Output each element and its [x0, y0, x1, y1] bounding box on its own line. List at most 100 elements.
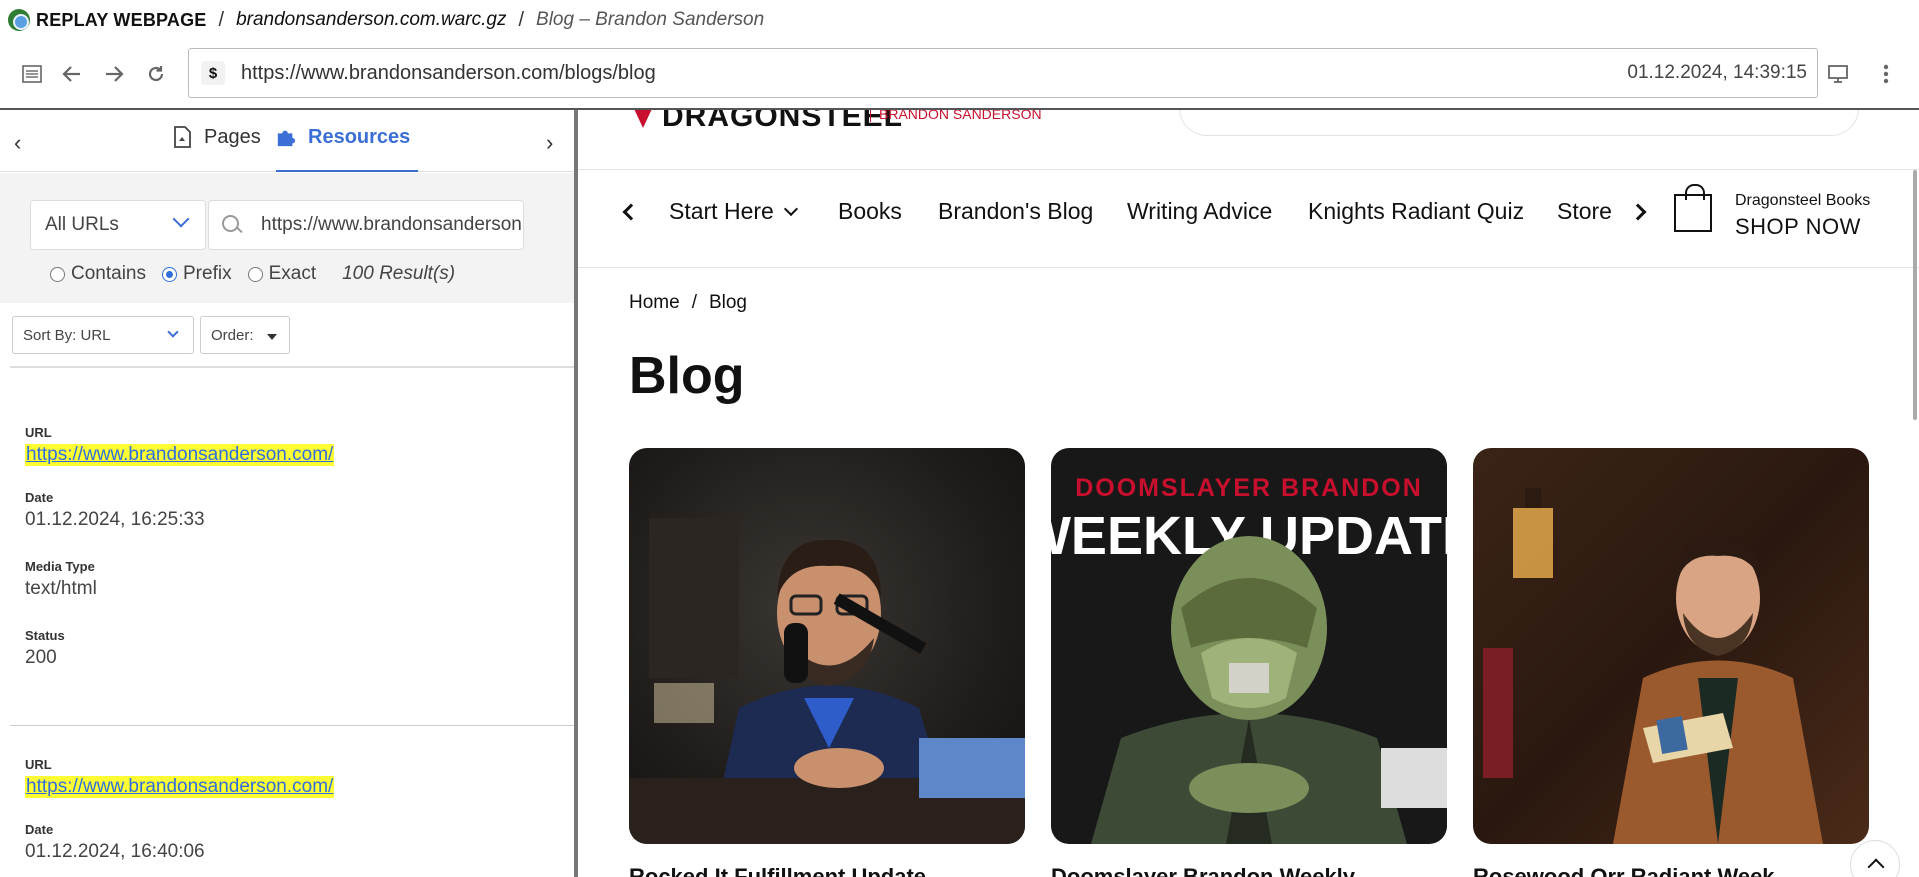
- record-url-link[interactable]: https://www.brandonsanderson.com/: [25, 776, 335, 798]
- sidebar-tabs: ‹ Pages Resources ›: [0, 110, 574, 172]
- replayed-website-frame: DRAGONSTEEL BRANDON SANDERSON Start Here…: [578, 110, 1919, 877]
- page-icon: [174, 126, 191, 148]
- site-breadcrumb: Home / Blog: [629, 292, 747, 314]
- shopping-bag-icon[interactable]: [1674, 184, 1712, 232]
- blog-card-title[interactable]: Doomslayer Brandon Weekly: [1051, 864, 1421, 877]
- record-url-link[interactable]: https://www.brandonsanderson.com/: [25, 444, 335, 466]
- nav-store[interactable]: Store: [1557, 198, 1613, 225]
- capture-timestamp: 01.12.2024, 14:39:15: [1627, 62, 1807, 83]
- breadcrumb-home[interactable]: Home: [629, 292, 680, 313]
- sort-divider: [10, 366, 574, 368]
- nav-start-here[interactable]: Start Here: [669, 198, 798, 225]
- breadcrumb-current: Blog: [708, 292, 747, 313]
- match-exact-label: Exact: [268, 263, 317, 284]
- forward-arrow-icon[interactable]: [102, 62, 126, 86]
- desktop-view-icon[interactable]: [1826, 62, 1850, 86]
- chevron-down-icon: [172, 210, 190, 228]
- tab-pages[interactable]: Pages: [172, 126, 261, 172]
- site-logo-text[interactable]: DRAGONSTEEL: [662, 110, 903, 134]
- site-scrollbar[interactable]: [1913, 170, 1917, 420]
- app-titlebar: REPLAY WEBPAGE / brandonsanderson.com.wa…: [0, 0, 1919, 40]
- match-mode-group: Contains Prefix Exact 100 Result(s): [50, 263, 455, 285]
- blog-card-image[interactable]: [629, 448, 1025, 844]
- card-overlay-top: DOOMSLAYER BRANDON: [1075, 474, 1423, 502]
- breadcrumb-separator: /: [218, 8, 225, 31]
- result-count: 100 Result(s): [342, 263, 456, 284]
- shop-now-link[interactable]: SHOP NOW: [1735, 214, 1861, 240]
- browser-toolbar: $ https://www.brandonsanderson.com/blogs…: [0, 46, 1919, 102]
- puzzle-icon: [277, 130, 296, 147]
- field-label-url: URL: [25, 757, 52, 772]
- tab-pages-label: Pages: [204, 126, 261, 148]
- nav-writing-advice[interactable]: Writing Advice: [1127, 198, 1272, 225]
- match-contains-label: Contains: [71, 263, 146, 284]
- field-label-url: URL: [25, 425, 52, 440]
- radio-prefix[interactable]: [162, 266, 177, 282]
- doomslayer-illustration: DOOMSLAYER BRANDON WEEKLY UPDATE: [1051, 474, 1447, 844]
- site-favicon-icon: $: [201, 61, 225, 85]
- reload-icon[interactable]: [144, 62, 168, 86]
- site-header: DRAGONSTEEL BRANDON SANDERSON: [578, 110, 1919, 170]
- sort-by-label: Sort By: URL: [23, 326, 111, 344]
- more-menu-icon[interactable]: [1874, 62, 1898, 86]
- sort-by-select[interactable]: Sort By: URL: [12, 316, 194, 354]
- url-scope-value: All URLs: [45, 214, 119, 235]
- radio-exact[interactable]: [247, 266, 263, 282]
- address-url[interactable]: https://www.brandonsanderson.com/blogs/b…: [241, 62, 1627, 85]
- nav-prev-chevron-icon[interactable]: [622, 203, 640, 221]
- sidebar-toggle-icon[interactable]: [20, 62, 44, 86]
- podcast-portrait-illustration: [629, 518, 1025, 844]
- page-title: Blog – Brandon Sanderson: [536, 9, 765, 30]
- record-status: 200: [25, 647, 57, 668]
- shop-caption[interactable]: Dragonsteel Books: [1735, 192, 1870, 210]
- nav-brandons-blog[interactable]: Brandon's Blog: [938, 198, 1093, 225]
- order-select[interactable]: Order:: [200, 316, 290, 354]
- match-contains-option[interactable]: Contains: [50, 263, 146, 285]
- app-brand: REPLAY WEBPAGE: [36, 9, 207, 30]
- site-nav: Start Here Books Brandon's Blog Writing …: [578, 170, 1919, 268]
- scroll-to-top-button[interactable]: [1850, 840, 1900, 877]
- sidebar-panel: ‹ Pages Resources › All URLs Contains Pr…: [0, 110, 574, 877]
- resource-record[interactable]: URL https://www.brandonsanderson.com/ Da…: [0, 757, 574, 877]
- blog-card-title[interactable]: Rosewood Orr Radiant Week: [1473, 864, 1843, 877]
- replaywebpage-logo-icon: [8, 9, 30, 31]
- breadcrumb-separator: /: [518, 8, 525, 31]
- order-label: Order:: [211, 326, 254, 344]
- field-label-date: Date: [25, 490, 54, 505]
- address-bar[interactable]: $ https://www.brandonsanderson.com/blogs…: [188, 48, 1818, 98]
- nav-start-here-label: Start Here: [669, 198, 774, 224]
- url-search-field[interactable]: [208, 200, 524, 250]
- match-prefix-label: Prefix: [183, 263, 232, 284]
- url-search-input[interactable]: [261, 214, 521, 236]
- chevron-down-icon: [783, 201, 798, 217]
- nav-knights-radiant-quiz[interactable]: Knights Radiant Quiz: [1308, 198, 1524, 225]
- field-label-media-type: Media Type: [25, 559, 95, 574]
- caret-down-icon: [267, 334, 277, 340]
- expand-right-icon[interactable]: ›: [546, 130, 553, 156]
- site-search-bar[interactable]: [1179, 110, 1859, 136]
- field-label-status: Status: [25, 628, 65, 643]
- nav-next-chevron-icon[interactable]: [1629, 203, 1647, 221]
- record-date: 01.12.2024, 16:40:06: [25, 841, 205, 862]
- collapse-left-icon[interactable]: ‹: [14, 130, 21, 156]
- record-divider: [10, 725, 574, 726]
- match-prefix-option[interactable]: Prefix: [162, 263, 232, 285]
- blog-card-image[interactable]: [1473, 448, 1869, 844]
- nav-books[interactable]: Books: [838, 198, 902, 225]
- blog-card-image[interactable]: DOOMSLAYER BRANDON WEEKLY UPDATE: [1051, 448, 1447, 844]
- tab-resources[interactable]: Resources: [276, 126, 419, 172]
- url-scope-select[interactable]: All URLs: [30, 200, 206, 250]
- record-media-type: text/html: [25, 578, 97, 599]
- dragon-logo-icon[interactable]: [629, 110, 657, 128]
- back-arrow-icon[interactable]: [60, 62, 84, 86]
- match-exact-option[interactable]: Exact: [247, 263, 317, 285]
- resource-record[interactable]: URL https://www.brandonsanderson.com/ Da…: [0, 425, 574, 697]
- blog-card-title[interactable]: Rocked It Fulfillment Update: [629, 864, 999, 877]
- record-date: 01.12.2024, 16:25:33: [25, 509, 205, 530]
- search-icon: [221, 214, 243, 236]
- radio-contains[interactable]: [50, 266, 65, 282]
- archive-name[interactable]: brandonsanderson.com.warc.gz: [236, 9, 506, 31]
- filter-area: All URLs Contains Prefix Exact 100 Resul…: [0, 173, 574, 303]
- chevron-down-icon: [167, 326, 179, 338]
- site-logo-subtitle: BRANDON SANDERSON: [870, 110, 1042, 122]
